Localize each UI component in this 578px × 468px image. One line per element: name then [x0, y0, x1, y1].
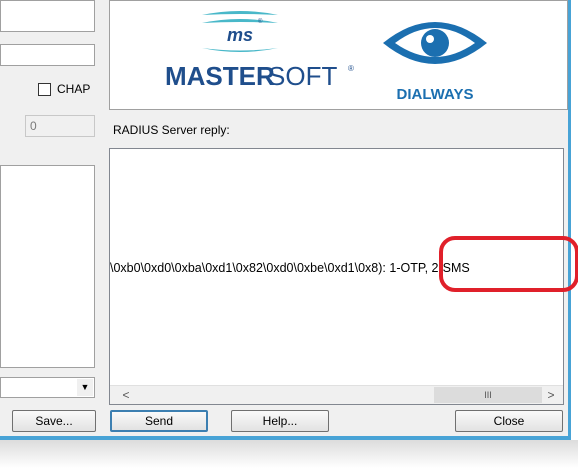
svg-text:®: ®: [258, 18, 263, 25]
window-right-border: [568, 0, 571, 440]
chap-option[interactable]: CHAP: [38, 82, 90, 96]
mastersoft-thin-text: SOFT: [268, 61, 337, 91]
reply-text-escaped: \0xb0\0xd0\0xba\0xd1\0x82\0xd0\0xbe\0xd1…: [110, 261, 379, 275]
reply-label: RADIUS Server reply:: [113, 123, 230, 137]
mastersoft-emblem: ms ®: [202, 11, 278, 52]
send-button[interactable]: Send: [110, 410, 208, 432]
combo-arrow-icon[interactable]: ▼: [77, 379, 93, 396]
number-field-value: 0: [30, 119, 37, 133]
reply-text: \0xb0\0xd0\0xba\0xd1\0x82\0xd0\0xbe\0xd1…: [110, 261, 470, 275]
left-combo[interactable]: ▼: [0, 377, 95, 398]
dialways-text: DIALWAYS: [397, 86, 474, 103]
chap-checkbox[interactable]: [38, 82, 51, 96]
horizontal-scrollbar[interactable]: < III >: [110, 385, 563, 404]
ms-badge-text: ms: [227, 25, 253, 45]
number-field: 0: [25, 115, 95, 137]
scroll-thumb[interactable]: III: [434, 387, 542, 403]
scroll-right-icon[interactable]: >: [543, 387, 559, 403]
dialways-eye-icon: [383, 22, 487, 64]
scroll-left-icon[interactable]: <: [118, 387, 134, 403]
save-button[interactable]: Save...: [12, 410, 96, 432]
close-button[interactable]: Close: [455, 410, 563, 432]
logos-graphic: ms ® MASTER SOFT ® DIALWAYS: [165, 11, 487, 103]
window-shadow: [0, 440, 578, 468]
logo-panel: ms ® MASTER SOFT ® DIALWAYS: [109, 0, 568, 110]
secret-field[interactable]: [0, 44, 95, 66]
top-left-field[interactable]: [0, 0, 95, 32]
mastersoft-bold-text: MASTER: [165, 61, 275, 91]
help-button[interactable]: Help...: [231, 410, 329, 432]
registered-mark: ®: [348, 64, 354, 73]
reply-textbox[interactable]: \0xb0\0xd0\0xba\0xd1\0x82\0xd0\0xbe\0xd1…: [109, 148, 564, 405]
chap-label: CHAP: [57, 82, 91, 96]
reply-text-options: ): 1-OTP, 2-SMS: [378, 261, 470, 275]
left-multiline-field[interactable]: [0, 165, 95, 368]
dialog-window: CHAP 0 ▼ ms ® MASTER SOFT ® DIALWAYS RAD…: [0, 0, 570, 438]
